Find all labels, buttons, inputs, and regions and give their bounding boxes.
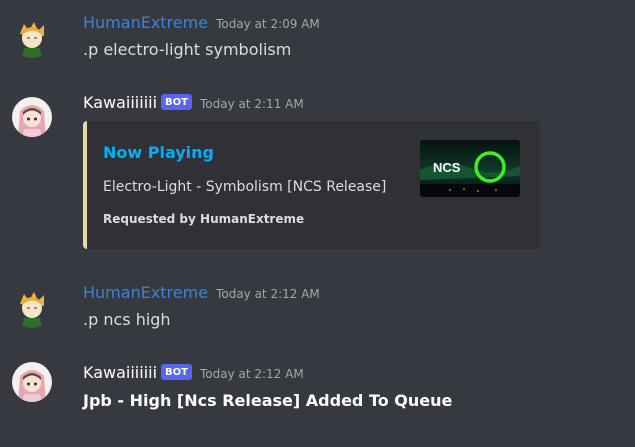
bot-tag: BOT xyxy=(161,94,192,110)
bot-avatar-kawaii[interactable] xyxy=(12,362,52,402)
embed-footer: Requested by HumanExtreme xyxy=(103,212,305,226)
username[interactable]: Kawaiiiiiii xyxy=(83,93,157,112)
timestamp[interactable]: Today at 2:09 AM xyxy=(216,17,320,31)
message-header: Kawaiiiiiii BOT Today at 2:11 AM xyxy=(83,93,304,112)
embed-description: Electro-Light - Symbolism [NCS Release] xyxy=(103,179,387,195)
bot-avatar-kawaii[interactable] xyxy=(12,97,52,137)
message-header: Kawaiiiiiii BOT Today at 2:12 AM xyxy=(83,363,304,382)
timestamp[interactable]: Today at 2:11 AM xyxy=(200,97,304,111)
chat-message-list: HumanExtreme Today at 2:09 AM .p electro-… xyxy=(0,0,635,447)
embed-thumbnail[interactable]: NCS xyxy=(420,140,520,197)
username[interactable]: Kawaiiiiiii xyxy=(83,363,157,382)
message-header: HumanExtreme Today at 2:09 AM xyxy=(83,13,320,32)
timestamp[interactable]: Today at 2:12 AM xyxy=(200,367,304,381)
bot-tag: BOT xyxy=(161,364,192,380)
message-content: .p ncs high xyxy=(83,310,171,329)
now-playing-embed: Now Playing Electro-Light - Symbolism [N… xyxy=(83,121,540,249)
message-content: .p electro-light symbolism xyxy=(83,40,292,59)
username[interactable]: HumanExtreme xyxy=(83,283,208,302)
user-avatar-humanextreme[interactable] xyxy=(12,288,52,328)
ncs-logo: NCS xyxy=(433,160,461,175)
username[interactable]: HumanExtreme xyxy=(83,13,208,32)
timestamp[interactable]: Today at 2:12 AM xyxy=(216,287,320,301)
message-content: Jpb - High [Ncs Release] Added To Queue xyxy=(83,391,453,410)
user-avatar-humanextreme[interactable] xyxy=(12,18,52,58)
message-header: HumanExtreme Today at 2:12 AM xyxy=(83,283,320,302)
embed-title: Now Playing xyxy=(103,143,215,162)
